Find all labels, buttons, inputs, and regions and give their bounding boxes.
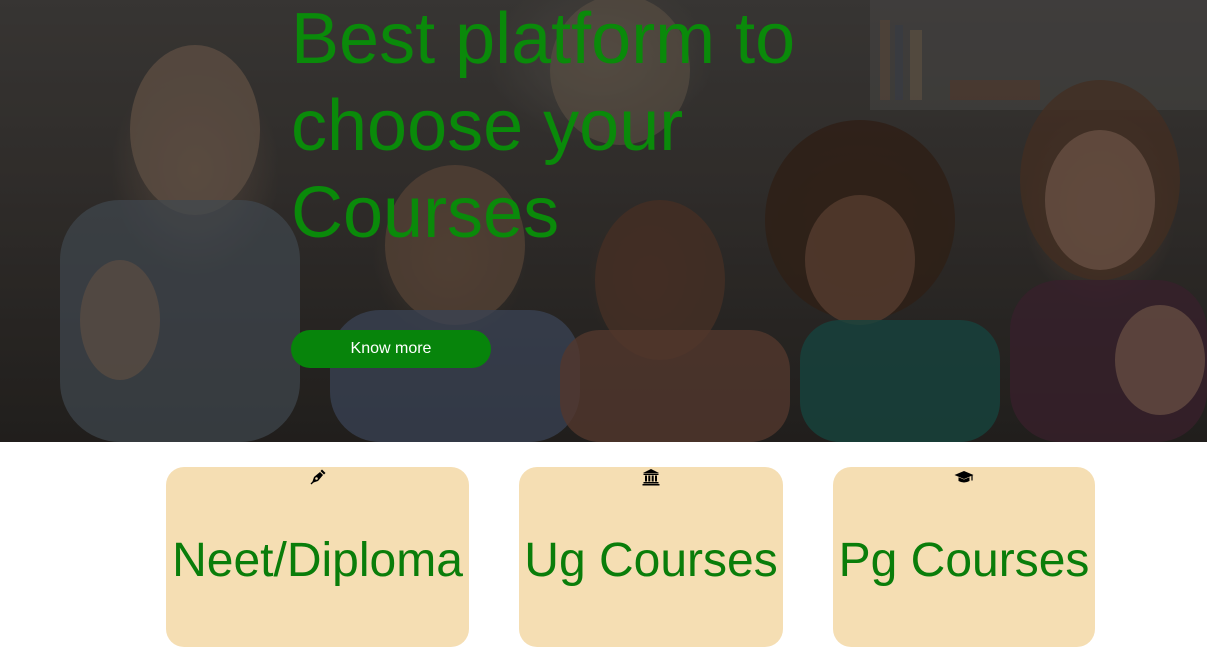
pen-nib-icon [166, 467, 469, 487]
know-more-button[interactable]: Know more [291, 330, 491, 368]
graduation-cap-icon [833, 467, 1095, 487]
university-icon [519, 467, 783, 487]
course-card-pg-courses[interactable]: Pg Courses [833, 467, 1095, 647]
course-card-ug-courses[interactable]: Ug Courses [519, 467, 783, 647]
course-card-neet-diploma[interactable]: Neet/Diploma [166, 467, 469, 647]
hero-banner: Best platform to choose your Courses Kno… [0, 0, 1207, 442]
course-card-title: Pg Courses [838, 534, 1090, 587]
course-card-title: Ug Courses [524, 534, 778, 587]
course-card-title: Neet/Diploma [172, 534, 463, 587]
hero-title: Best platform to choose your Courses [291, 0, 796, 253]
